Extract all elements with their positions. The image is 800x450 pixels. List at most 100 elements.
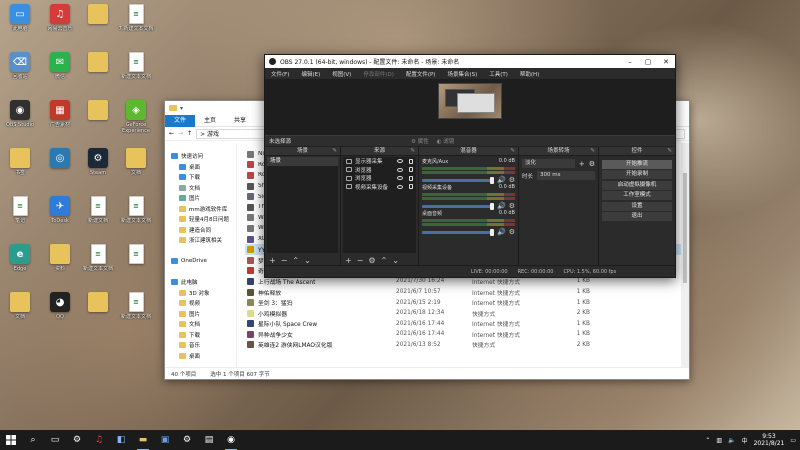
nav-item[interactable]: 建造合同 xyxy=(165,225,236,236)
gear-icon[interactable]: ⚙ xyxy=(509,228,515,236)
maximize-icon[interactable]: ▢ xyxy=(639,58,657,66)
desktop-shortcut[interactable]: ⌫ 回收站 xyxy=(0,52,40,92)
source-item[interactable]: 浏览器 xyxy=(343,174,416,183)
menu-item[interactable]: 配置文件(P) xyxy=(400,70,442,78)
menu-item[interactable]: 帮助(H) xyxy=(514,70,545,78)
nav-item[interactable]: 视频 xyxy=(165,298,236,309)
lock-icon[interactable] xyxy=(409,175,413,181)
desktop-shortcut[interactable] xyxy=(78,52,118,92)
desktop-shortcut[interactable]: 书签 xyxy=(0,148,40,188)
task-view-icon[interactable]: ▭ xyxy=(44,430,66,450)
nav-item[interactable]: 浙江建筑相关 xyxy=(165,235,236,246)
desktop-shortcut[interactable]: e Edge xyxy=(0,244,40,284)
nav-item[interactable]: 轻量4月8日问题 xyxy=(165,214,236,225)
nav-item[interactable]: 下载 xyxy=(165,172,236,183)
source-item[interactable]: 浏览器 xyxy=(343,166,416,175)
dock-float-icon[interactable]: ✎ xyxy=(590,147,595,156)
start-button[interactable] xyxy=(0,430,22,450)
desktop-shortcut[interactable]: ≡ 新建文本文档 xyxy=(78,244,118,284)
back-arrow-icon[interactable]: ← xyxy=(169,130,174,137)
scene-item[interactable]: 场景 xyxy=(267,157,338,166)
desktop-shortcut[interactable]: ◈ GeForce Experience xyxy=(116,100,156,140)
volume-slider[interactable] xyxy=(422,176,494,184)
slider-knob[interactable] xyxy=(490,228,494,236)
file-row[interactable]: 星际小队 Space Crew 2021/6/16 17:44 Internet 快… xyxy=(245,319,681,330)
desktop-shortcut[interactable]: ≡ xyxy=(116,244,156,284)
eye-icon[interactable] xyxy=(397,167,403,172)
menu-item[interactable]: 视图(V) xyxy=(326,70,357,78)
clock[interactable]: 9:53 2021/8/21 xyxy=(754,433,785,447)
add-source-button[interactable]: + xyxy=(345,256,352,265)
obs-window[interactable]: OBS 27.0.1 (64-bit, windows) - 配置文件: 未命名… xyxy=(264,54,676,278)
desktop-shortcut[interactable]: ≡ 笔记 xyxy=(0,196,40,236)
filters-button[interactable]: ◐ 滤镜 xyxy=(437,137,455,145)
properties-button[interactable]: ⚙ 属性 xyxy=(411,137,429,145)
pin-icon[interactable]: ▾ xyxy=(180,105,183,112)
volume-icon[interactable]: 🔈 xyxy=(728,437,735,444)
dock-float-icon[interactable]: ✎ xyxy=(510,147,515,156)
nav-item[interactable]: OneDrive xyxy=(165,256,236,267)
network-icon[interactable]: ▥ xyxy=(716,437,722,444)
netease-music-taskbar-icon[interactable]: ♫ xyxy=(88,430,110,450)
desktop-shortcut[interactable]: ◕ QQ xyxy=(40,292,80,332)
chevron-up-icon[interactable]: ⌃ xyxy=(705,437,710,444)
obs-preview[interactable] xyxy=(265,79,675,135)
desktop-shortcut[interactable]: ≡ 新建文档 xyxy=(78,196,118,236)
nav-item[interactable]: mm游戏软件库 xyxy=(165,204,236,215)
desktop-shortcut[interactable]: ◉ OBS Studio xyxy=(0,100,40,140)
forward-arrow-icon[interactable]: → xyxy=(178,130,183,137)
menu-item[interactable]: 文件(F) xyxy=(265,70,295,78)
minimize-icon[interactable]: – xyxy=(621,58,639,66)
add-scene-button[interactable]: + xyxy=(269,256,276,265)
desktop-shortcut[interactable]: 文档 xyxy=(116,148,156,188)
nav-item[interactable]: 3D 对象 xyxy=(165,288,236,299)
source-settings-icon[interactable]: ⚙ xyxy=(368,256,375,265)
file-row[interactable]: 圣剑 3：猛犸 2021/6/15 2:19 Internet 快捷方式 1 KB xyxy=(245,297,681,308)
volume-slider[interactable] xyxy=(422,202,494,210)
desktop-shortcut[interactable]: ≡ 新建文本文档 xyxy=(116,52,156,92)
move-down-icon[interactable]: ⌄ xyxy=(304,256,311,265)
file-row[interactable]: 神佑释放 2021/6/7 10:57 Internet 快捷方式 1 KB xyxy=(245,287,681,298)
transition-type-select[interactable]: 淡化 xyxy=(522,159,575,168)
desktop-shortcut[interactable] xyxy=(78,4,118,44)
eye-icon[interactable] xyxy=(397,184,403,189)
desktop-shortcut[interactable]: ✉ 微信 xyxy=(40,52,80,92)
duration-input[interactable]: 300 ms xyxy=(537,171,595,180)
control-button[interactable]: 开始推流 xyxy=(602,159,672,169)
nav-item[interactable]: 下载 xyxy=(165,330,236,341)
desktop-shortcut[interactable]: ♫ 网易云音乐 xyxy=(40,4,80,44)
desktop-shortcut[interactable]: ⚙ Steam xyxy=(78,148,118,188)
nav-item[interactable]: 此电脑 xyxy=(165,277,236,288)
settings-taskbar-icon[interactable]: ⚙ xyxy=(176,430,198,450)
control-button[interactable]: 工作室模式 xyxy=(602,191,672,200)
source-item[interactable]: 显示器采集 xyxy=(343,157,416,166)
nav-item[interactable]: 桌面 xyxy=(165,351,236,362)
remove-scene-button[interactable]: − xyxy=(281,256,288,265)
explorer-scrollbar[interactable] xyxy=(681,143,689,367)
ribbon-tab-file[interactable]: 文件 xyxy=(165,114,196,127)
ribbon-tab-share[interactable]: 共享 xyxy=(225,115,255,127)
file-explorer-taskbar-icon[interactable]: ▬ xyxy=(132,430,154,450)
remove-source-button[interactable]: − xyxy=(357,256,364,265)
desktop-shortcut[interactable]: ≡ 新建文本文档 xyxy=(116,196,156,236)
obs-titlebar[interactable]: OBS 27.0.1 (64-bit, windows) - 配置文件: 未命名… xyxy=(265,55,675,68)
desktop-shortcut[interactable]: ≡ 7.新建文本文档 xyxy=(116,4,156,44)
lock-icon[interactable] xyxy=(409,158,413,164)
desktop-shortcut[interactable]: ✈ ToDesk xyxy=(40,196,80,236)
nav-item[interactable]: 文档 xyxy=(165,183,236,194)
dock-float-icon[interactable]: ✎ xyxy=(332,147,337,156)
close-icon[interactable]: ✕ xyxy=(657,58,675,66)
speaker-icon[interactable]: 🔊 xyxy=(497,228,506,236)
desktop-shortcut[interactable]: 文档 xyxy=(0,292,40,332)
file-row[interactable]: 英雄连2 游侠网LMAO汉化版 2021/6/13 8:52 快捷方式 2 KB xyxy=(245,340,681,351)
nav-item[interactable]: 桌面 xyxy=(165,162,236,173)
app2-taskbar-icon[interactable]: ▣ xyxy=(154,430,176,450)
control-button[interactable]: 启动虚拟摄像机 xyxy=(602,180,672,190)
file-row[interactable]: 小鸡模拟器 2021/6/18 12:34 快捷方式 2 KB xyxy=(245,308,681,319)
nav-item[interactable]: 图片 xyxy=(165,193,236,204)
menu-item[interactable]: 停靠部件(D) xyxy=(357,70,400,78)
transition-settings-icon[interactable]: ⚙ xyxy=(589,160,595,168)
app3-taskbar-icon[interactable]: ▤ xyxy=(198,430,220,450)
desktop-shortcut[interactable]: ▭ 此电脑 xyxy=(0,4,40,44)
dock-float-icon[interactable]: ✎ xyxy=(410,147,415,156)
